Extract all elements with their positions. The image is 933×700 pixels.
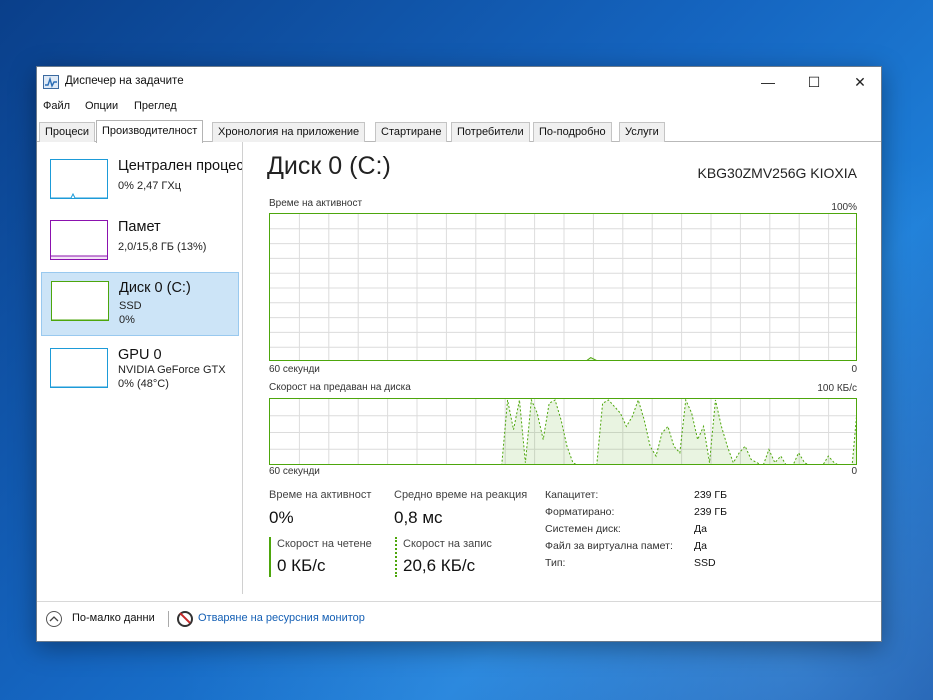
- write-speed-label: Скорост на запис: [403, 538, 492, 550]
- maximize-button[interactable]: ☐: [791, 67, 837, 97]
- activity-graph-max: 100%: [831, 202, 857, 213]
- footer: По-малко данни Отваряне на ресурсния мон…: [37, 601, 881, 635]
- formatted-label: Форматирано:: [545, 506, 615, 518]
- page-file-label: Файл за виртуална памет:: [545, 540, 673, 552]
- resource-list: Централен процесор 0% 2,47 ГХц Памет 2,0…: [37, 142, 243, 594]
- formatted-value: 239 ГБ: [694, 506, 728, 518]
- tab-performance[interactable]: Производителност: [96, 120, 204, 143]
- activity-graph-time: 60 секунди: [269, 364, 320, 375]
- resource-cpu-usage: 0% 2,47 ГХц: [118, 180, 182, 192]
- transfer-graph-time: 60 секунди: [269, 466, 320, 477]
- type-value: SSD: [694, 557, 716, 569]
- menu-options[interactable]: Опции: [85, 100, 118, 112]
- resource-memory-name: Памет: [118, 219, 161, 235]
- menu-view[interactable]: Преглед: [134, 100, 177, 112]
- activity-graph-label: Време на активност: [269, 198, 363, 209]
- tab-users[interactable]: Потребители: [451, 122, 530, 142]
- activity-stat-label: Време на активност: [269, 489, 372, 501]
- read-speed-label: Скорост на четене: [277, 538, 372, 550]
- resource-gpu-model: NVIDIA GeForce GTX: [118, 364, 226, 376]
- resource-disk-usage: 0%: [119, 314, 135, 326]
- close-button[interactable]: ✕: [837, 67, 883, 97]
- disk-title: Диск 0 (C:): [267, 152, 391, 180]
- capacity-value: 239 ГБ: [694, 489, 728, 501]
- resource-cpu-name: Централен процесор: [118, 158, 242, 174]
- tab-processes[interactable]: Процеси: [39, 122, 96, 142]
- system-disk-value: Да: [694, 523, 707, 535]
- window-title: Диспечер на задачите: [65, 75, 184, 87]
- tab-bar: Процеси Производителност Хронология на п…: [37, 120, 881, 143]
- open-resource-monitor-link[interactable]: Отваряне на ресурсния монитор: [198, 612, 365, 624]
- fewer-details-link[interactable]: По-малко данни: [72, 612, 155, 624]
- write-speed-indicator: [395, 537, 397, 577]
- resource-disk-type: SSD: [119, 300, 142, 312]
- tab-services[interactable]: Услуги: [619, 122, 665, 142]
- disk-detail-panel: Диск 0 (C:) KBG30ZMV256G KIOXIA Време на…: [267, 142, 875, 594]
- task-manager-icon: [43, 75, 59, 89]
- system-disk-label: Системен диск:: [545, 523, 621, 535]
- gpu-thumbnail: [50, 348, 108, 388]
- performance-content: Централен процесор 0% 2,47 ГХц Памет 2,0…: [37, 142, 881, 594]
- tab-details[interactable]: По-подробно: [533, 122, 612, 142]
- title-bar[interactable]: Диспечер на задачите — ☐ ✕: [37, 67, 881, 97]
- cpu-thumbnail: [50, 159, 108, 199]
- footer-separator: [168, 611, 169, 627]
- resource-gpu-usage: 0% (48°C): [118, 378, 169, 390]
- resource-monitor-icon[interactable]: [177, 611, 193, 627]
- tab-startup[interactable]: Стартиране: [375, 122, 448, 142]
- response-stat-label: Средно време на реакция: [394, 489, 528, 501]
- read-speed-indicator: [269, 537, 271, 577]
- activity-stat-value: 0%: [269, 508, 294, 527]
- resource-memory-usage: 2,0/15,8 ГБ (13%): [118, 241, 207, 253]
- task-manager-window: Диспечер на задачите — ☐ ✕ Файл Опции Пр…: [36, 66, 882, 642]
- transfer-graph-canvas: [270, 399, 856, 464]
- transfer-graph-min: 0: [851, 466, 857, 477]
- type-label: Тип:: [545, 557, 566, 569]
- capacity-label: Капацитет:: [545, 489, 599, 501]
- resource-gpu-name: GPU 0: [118, 347, 162, 363]
- disk-model: KBG30ZMV256G KIOXIA: [697, 165, 857, 181]
- resource-gpu-0[interactable]: GPU 0 NVIDIA GeForce GTX 0% (48°C): [41, 340, 239, 404]
- menu-bar: Файл Опции Преглед: [37, 97, 881, 117]
- read-speed-value: 0 КБ/с: [277, 556, 326, 575]
- resource-disk-0[interactable]: Диск 0 (C:) SSD 0%: [41, 272, 239, 336]
- resource-cpu[interactable]: Централен процесор 0% 2,47 ГХц: [41, 151, 242, 215]
- activity-graph: [269, 213, 857, 361]
- tab-app-history[interactable]: Хронология на приложение: [212, 122, 366, 142]
- menu-file[interactable]: Файл: [43, 100, 70, 112]
- activity-graph-min: 0: [851, 364, 857, 375]
- disk-thumbnail: [51, 281, 109, 321]
- minimize-button[interactable]: —: [745, 67, 791, 97]
- transfer-graph: [269, 398, 857, 465]
- page-file-value: Да: [694, 540, 707, 552]
- transfer-graph-label: Скорост на предаван на диска: [269, 382, 411, 393]
- resource-disk-name: Диск 0 (C:): [119, 280, 191, 296]
- write-speed-value: 20,6 КБ/с: [403, 556, 476, 575]
- resource-memory[interactable]: Памет 2,0/15,8 ГБ (13%): [41, 212, 239, 276]
- transfer-graph-max: 100 КБ/с: [817, 383, 857, 394]
- memory-thumbnail: [50, 220, 108, 260]
- response-stat-value: 0,8 мс: [394, 508, 443, 527]
- activity-graph-canvas: [270, 214, 856, 360]
- chevron-up-icon[interactable]: [46, 611, 62, 627]
